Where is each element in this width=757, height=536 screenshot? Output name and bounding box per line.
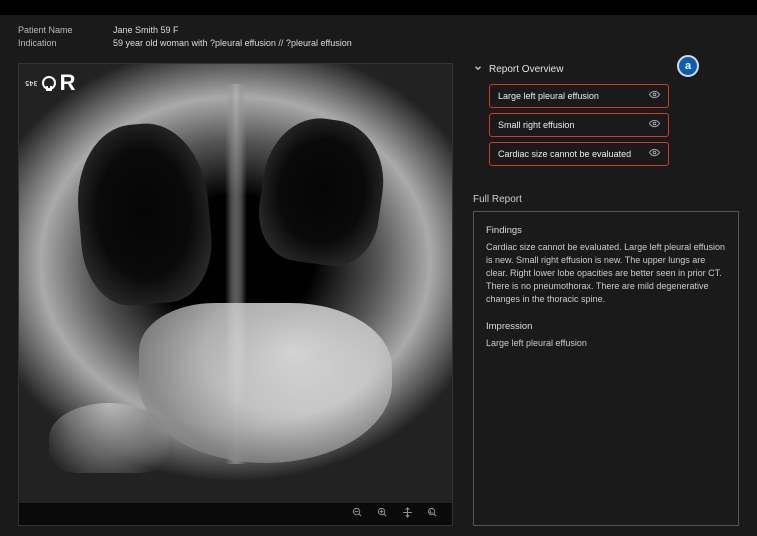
chevron-down-icon [473, 63, 483, 76]
full-report-panel: Findings Cardiac size cannot be evaluate… [473, 211, 739, 526]
marker-side: R [60, 70, 76, 96]
zoom-out-icon[interactable] [352, 507, 363, 521]
pan-icon[interactable] [402, 507, 413, 521]
visibility-icon[interactable] [649, 89, 660, 103]
image-viewer[interactable]: 345 R [18, 63, 453, 526]
patient-name-value: Jane Smith 59 F [113, 25, 179, 35]
xray-diaphragm [49, 403, 169, 473]
overview-item-label: Small right effusion [498, 120, 574, 130]
visibility-icon[interactable] [649, 118, 660, 132]
xray-lung-right [252, 111, 391, 271]
xray-effusion [139, 303, 392, 463]
viewer-toolbar [19, 503, 452, 525]
marker-number: 345 [25, 79, 38, 87]
full-report-title: Full Report [473, 194, 739, 205]
patient-name-label: Patient Name [18, 25, 113, 35]
overview-item[interactable]: Large left pleural effusion [489, 84, 669, 108]
overview-list: Large left pleural effusion Small right … [473, 84, 739, 166]
title-bar [0, 0, 757, 15]
fit-icon[interactable] [427, 507, 438, 521]
report-overview-header[interactable]: Report Overview a [473, 63, 739, 76]
findings-heading: Findings [486, 224, 726, 238]
overview-item[interactable]: Small right effusion [489, 113, 669, 137]
overview-item-label: Large left pleural effusion [498, 91, 599, 101]
visibility-icon[interactable] [649, 147, 660, 161]
xray-lung-left [71, 119, 216, 310]
marker-circle-icon [42, 76, 56, 90]
indication-label: Indication [18, 38, 113, 48]
patient-meta: Patient Name Jane Smith 59 F Indication … [18, 25, 739, 51]
findings-text: Cardiac size cannot be evaluated. Large … [486, 241, 726, 306]
impression-heading: Impression [486, 320, 726, 334]
report-overview-title: Report Overview [489, 64, 563, 75]
zoom-in-icon[interactable] [377, 507, 388, 521]
xray-image[interactable]: 345 R [19, 64, 452, 503]
annotation-badge: a [677, 55, 699, 77]
overview-item-label: Cardiac size cannot be evaluated [498, 149, 631, 159]
overview-item[interactable]: Cardiac size cannot be evaluated [489, 142, 669, 166]
orientation-marker: 345 R [25, 70, 76, 96]
impression-text: Large left pleural effusion [486, 337, 726, 350]
indication-value: 59 year old woman with ?pleural effusion… [113, 38, 352, 48]
